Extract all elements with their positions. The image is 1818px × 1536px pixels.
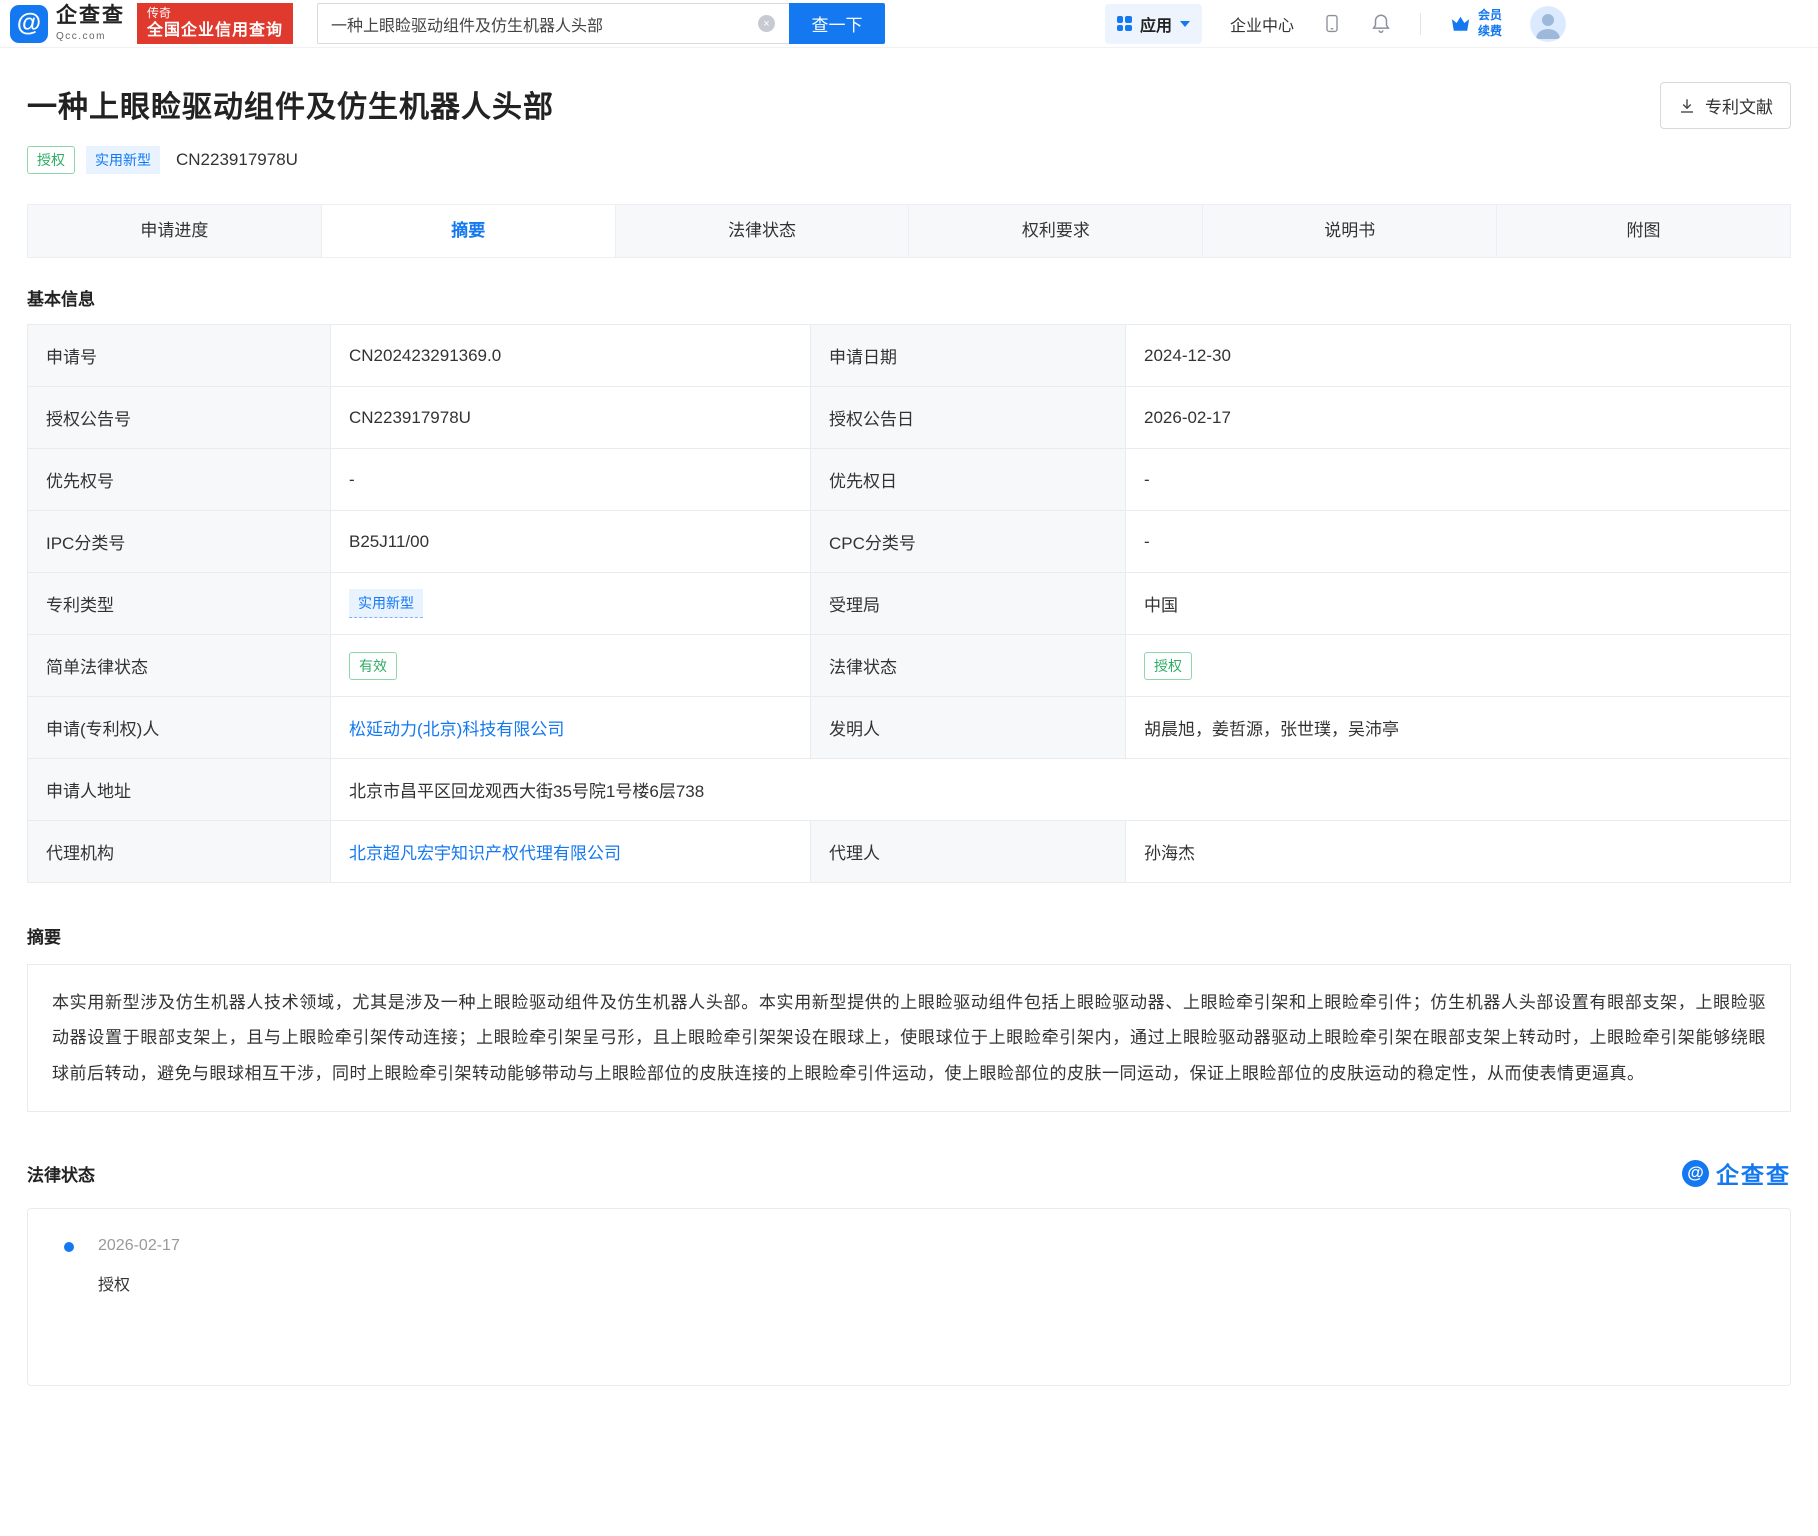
field-label: CPC分类号	[810, 510, 1126, 573]
tab-bar: 申请进度 摘要 法律状态 权利要求 说明书 附图	[27, 204, 1791, 258]
page-title: 一种上眼睑驱动组件及仿生机器人头部	[27, 91, 554, 124]
publication-number: CN223917978U	[176, 150, 298, 169]
field-label: 受理局	[810, 572, 1126, 635]
field-value: -	[1125, 448, 1791, 511]
table-row: 优先权号 - 优先权日 -	[27, 448, 1791, 511]
field-label: 代理人	[810, 820, 1126, 883]
notifications-bell-icon[interactable]	[1370, 12, 1392, 35]
vip-renewal-button[interactable]: 会员 续费	[1449, 8, 1502, 39]
grid-icon	[1116, 16, 1132, 31]
agent-value: 孙海杰	[1125, 820, 1791, 883]
slogan-badge[interactable]: 传奇 全国企业信用查询	[137, 3, 294, 44]
field-label: 申请号	[27, 324, 331, 387]
timeline-item: 2026-02-17 授权	[28, 1237, 1790, 1295]
simple-legal-status-tag: 有效	[349, 651, 397, 680]
search-input[interactable]	[317, 3, 790, 44]
grant-status-badge: 授权	[27, 146, 75, 174]
field-label: 法律状态	[810, 634, 1126, 697]
table-row: 授权公告号 CN223917978U 授权公告日 2026-02-17	[27, 386, 1791, 449]
applicant-link[interactable]: 松延动力(北京)科技有限公司	[349, 720, 564, 739]
field-label: 优先权号	[27, 448, 331, 511]
field-label: 简单法律状态	[27, 634, 331, 697]
table-row: 专利类型 实用新型 受理局 中国	[27, 572, 1791, 635]
table-row: 申请人地址 北京市昌平区回龙观西大街35号院1号楼6层738	[27, 758, 1791, 821]
patent-type-badge[interactable]: 实用新型	[86, 146, 160, 174]
inventors-value: 胡晨旭，姜哲源，张世璞，吴沛亭	[1125, 696, 1791, 759]
legal-status-tag: 授权	[1144, 651, 1192, 680]
field-label: 代理机构	[27, 820, 331, 883]
chevron-down-icon	[1179, 20, 1190, 27]
apps-menu-button[interactable]: 应用	[1104, 3, 1202, 44]
tab-description[interactable]: 说明书	[1203, 205, 1498, 257]
field-label: 发明人	[810, 696, 1126, 759]
legal-status-heading: 法律状态	[27, 1165, 95, 1185]
user-avatar[interactable]	[1530, 5, 1566, 42]
field-label: 申请人地址	[27, 758, 331, 821]
search-button[interactable]: 查一下	[789, 3, 886, 44]
qcc-watermark-icon: @	[1682, 1159, 1709, 1187]
apps-label: 应用	[1139, 17, 1172, 35]
field-label: 专利类型	[27, 572, 331, 635]
brand-name: 企查查	[56, 4, 125, 28]
enterprise-center-link[interactable]: 企业中心	[1230, 12, 1294, 36]
table-row: 申请号 CN202423291369.0 申请日期 2024-12-30	[27, 324, 1791, 387]
field-value: CN202423291369.0	[330, 324, 811, 387]
main-content: 一种上眼睑驱动组件及仿生机器人头部 专利文献 授权 实用新型 CN2239179…	[0, 48, 1818, 1387]
tab-abstract[interactable]: 摘要	[321, 205, 616, 257]
qcc-logo[interactable]: @ 企查查 Qcc.com	[10, 4, 125, 43]
vip-line1: 会员	[1477, 7, 1502, 22]
field-value: 中国	[1125, 572, 1791, 635]
field-value: -	[330, 448, 811, 511]
abstract-text: 本实用新型涉及仿生机器人技术领域，尤其是涉及一种上眼睑驱动组件及仿生机器人头部。…	[27, 964, 1791, 1113]
field-label: 申请日期	[810, 324, 1126, 387]
field-value: 2026-02-17	[1125, 386, 1791, 449]
timeline-dot-icon	[64, 1242, 74, 1253]
basic-info-table: 申请号 CN202423291369.0 申请日期 2024-12-30 授权公…	[27, 324, 1791, 883]
search-bar: 查一下	[317, 3, 886, 44]
slogan-tag: 传奇	[147, 6, 172, 21]
patent-type-tag[interactable]: 实用新型	[349, 589, 423, 618]
field-value: CN223917978U	[330, 386, 811, 449]
field-label: 授权公告日	[810, 386, 1126, 449]
timeline-date: 2026-02-17	[98, 1237, 180, 1255]
topbar-nav: 应用 企业中心 会员 续费	[1104, 3, 1566, 44]
basic-info-heading: 基本信息	[27, 290, 95, 309]
patent-document-label: 专利文献	[1705, 98, 1773, 117]
qcc-watermark: @ 企查查	[1682, 1156, 1791, 1190]
patent-document-button[interactable]: 专利文献	[1660, 82, 1791, 129]
topbar: @ 企查查 Qcc.com 传奇 全国企业信用查询 查一下 应用 企业中心	[0, 0, 1818, 48]
table-row: 申请(专利权)人 松延动力(北京)科技有限公司 发明人 胡晨旭，姜哲源，张世璞，…	[27, 696, 1791, 759]
field-label: 优先权日	[810, 448, 1126, 511]
slogan-text: 全国企业信用查询	[147, 21, 284, 39]
download-icon	[1681, 98, 1693, 113]
applicant-address-value: 北京市昌平区回龙观西大街35号院1号楼6层738	[330, 758, 1791, 821]
tab-application-progress[interactable]: 申请进度	[28, 205, 322, 257]
clear-search-icon[interactable]	[758, 15, 776, 32]
field-label: 授权公告号	[27, 386, 331, 449]
tab-legal-status[interactable]: 法律状态	[616, 205, 910, 257]
brand-domain: Qcc.com	[56, 30, 106, 42]
field-value: 2024-12-30	[1125, 324, 1791, 387]
field-label: 申请(专利权)人	[27, 696, 331, 759]
field-value: -	[1125, 510, 1791, 573]
timeline-status: 授权	[98, 1277, 131, 1295]
vip-crown-icon	[1451, 16, 1470, 31]
qcc-logo-icon: @	[10, 4, 48, 43]
legal-status-timeline: 2026-02-17 授权	[27, 1208, 1791, 1387]
table-row: IPC分类号 B25J11/00 CPC分类号 -	[27, 510, 1791, 573]
table-row: 简单法律状态 有效 法律状态 授权	[27, 634, 1791, 697]
field-label: IPC分类号	[27, 510, 331, 573]
tab-claims[interactable]: 权利要求	[909, 205, 1204, 257]
abstract-heading: 摘要	[27, 928, 61, 947]
agency-link[interactable]: 北京超凡宏宇知识产权代理有限公司	[349, 844, 621, 863]
qcc-watermark-text: 企查查	[1716, 1162, 1791, 1189]
vip-line2: 续费	[1477, 23, 1502, 38]
vertical-divider	[1419, 12, 1421, 35]
tab-figures[interactable]: 附图	[1497, 205, 1790, 257]
table-row: 代理机构 北京超凡宏宇知识产权代理有限公司 代理人 孙海杰	[27, 820, 1791, 883]
mobile-app-icon[interactable]	[1322, 12, 1342, 35]
field-value: B25J11/00	[330, 510, 811, 573]
